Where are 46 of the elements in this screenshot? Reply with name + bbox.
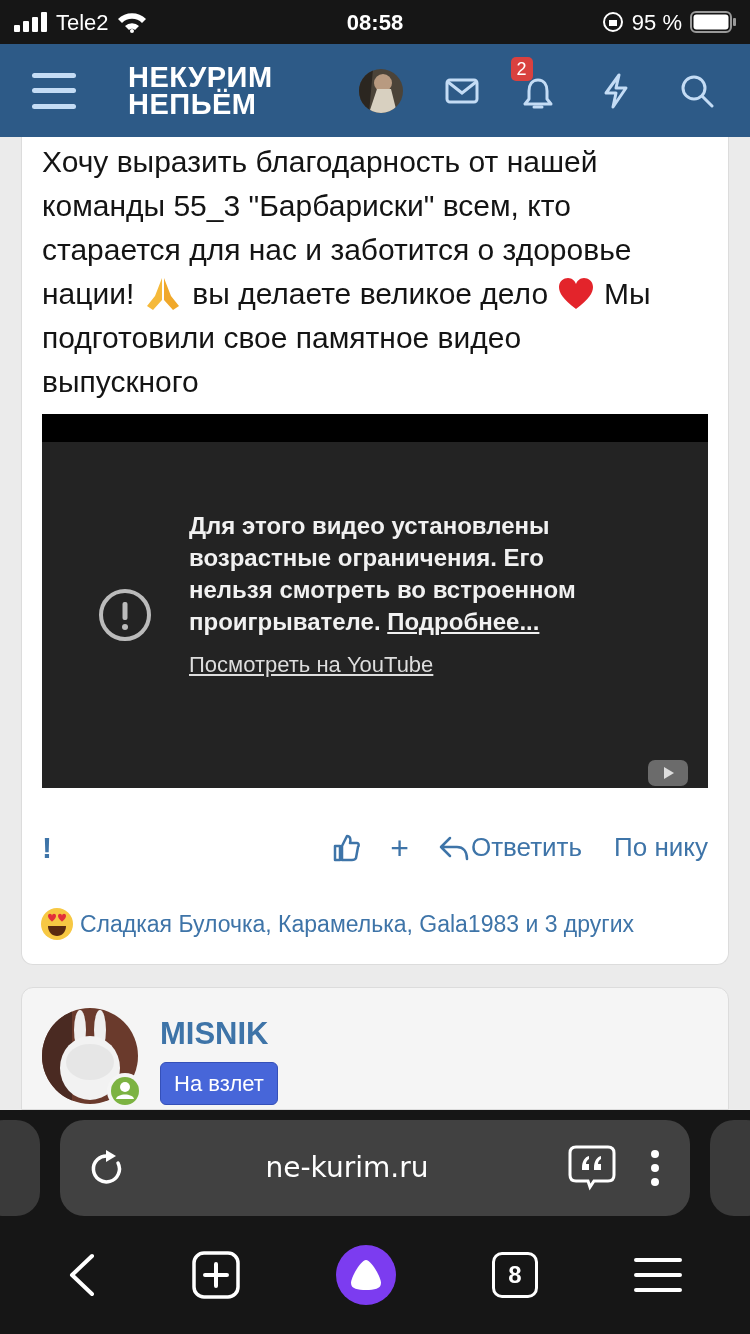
post-text: нации! bbox=[42, 276, 135, 312]
site-logo[interactable]: НЕКУРИМ НЕПЬЁМ bbox=[128, 63, 273, 118]
add-button[interactable]: + bbox=[390, 832, 409, 863]
reactions-link[interactable]: Сладкая Булочка, Карамелька, Gala1983 и 3 других bbox=[80, 907, 635, 942]
heart-icon bbox=[557, 277, 596, 311]
report-button[interactable]: ! bbox=[42, 832, 52, 863]
watch-on-youtube-link[interactable]: Посмотреть на YouTube bbox=[189, 647, 629, 681]
carrier-name: Tele2 bbox=[56, 8, 109, 37]
post-text: Мы bbox=[604, 276, 651, 312]
notifications-bell-icon[interactable] bbox=[522, 76, 553, 111]
like-icon[interactable] bbox=[332, 833, 361, 862]
author-name[interactable]: MISNIK bbox=[160, 1013, 269, 1054]
voice-assistant-icon[interactable] bbox=[336, 1245, 396, 1305]
more-link[interactable]: Подробнее... bbox=[387, 607, 540, 635]
wifi-icon bbox=[116, 11, 147, 33]
play-icon[interactable] bbox=[648, 760, 688, 786]
post-text: выпускного bbox=[42, 364, 199, 400]
post-text: подготовили свое памятное видео bbox=[42, 320, 522, 356]
tabs-count-button[interactable]: 8 bbox=[492, 1252, 538, 1298]
search-icon[interactable] bbox=[679, 73, 714, 108]
mail-icon[interactable] bbox=[444, 77, 479, 104]
menu-icon[interactable] bbox=[634, 1257, 682, 1293]
signal-icon bbox=[14, 12, 48, 32]
battery-icon bbox=[690, 11, 736, 33]
reply-button[interactable]: Ответить bbox=[438, 828, 583, 867]
quote-bubble-icon[interactable] bbox=[568, 1145, 616, 1191]
new-tab-icon[interactable] bbox=[192, 1251, 240, 1299]
more-options-icon[interactable] bbox=[650, 1149, 660, 1187]
post-text: команды 55_3 "Барбариски" всем, кто bbox=[42, 188, 571, 224]
battery-percentage: 95 % bbox=[631, 8, 682, 37]
clock: 08:58 bbox=[345, 8, 405, 37]
address-bar[interactable]: ne-kurim.ru bbox=[60, 1120, 690, 1216]
by-nick-button[interactable]: По нику bbox=[614, 828, 708, 867]
notification-count-badge: 2 bbox=[510, 56, 533, 81]
rotation-lock-icon bbox=[601, 11, 624, 33]
menu-button[interactable] bbox=[32, 70, 76, 111]
post-text: Хочу выразить благодарность от нашей bbox=[42, 144, 598, 180]
user-title-badge: На взлет bbox=[160, 1061, 278, 1105]
back-icon[interactable] bbox=[68, 1253, 96, 1297]
post-text: вы делаете великое дело bbox=[192, 276, 549, 312]
heart-eyes-emoji-icon bbox=[40, 907, 74, 942]
address-text: ne-kurim.ru bbox=[264, 1150, 430, 1186]
post-text: старается для нас и заботится о здоровье bbox=[42, 232, 632, 268]
video-message: Для этого видео установлены возрастные ограничения. Его нельзя смотреть во встроенном проигрывателе. Подробнее... bbox=[189, 510, 577, 637]
reply-icon bbox=[438, 834, 469, 861]
warning-icon bbox=[97, 587, 153, 643]
